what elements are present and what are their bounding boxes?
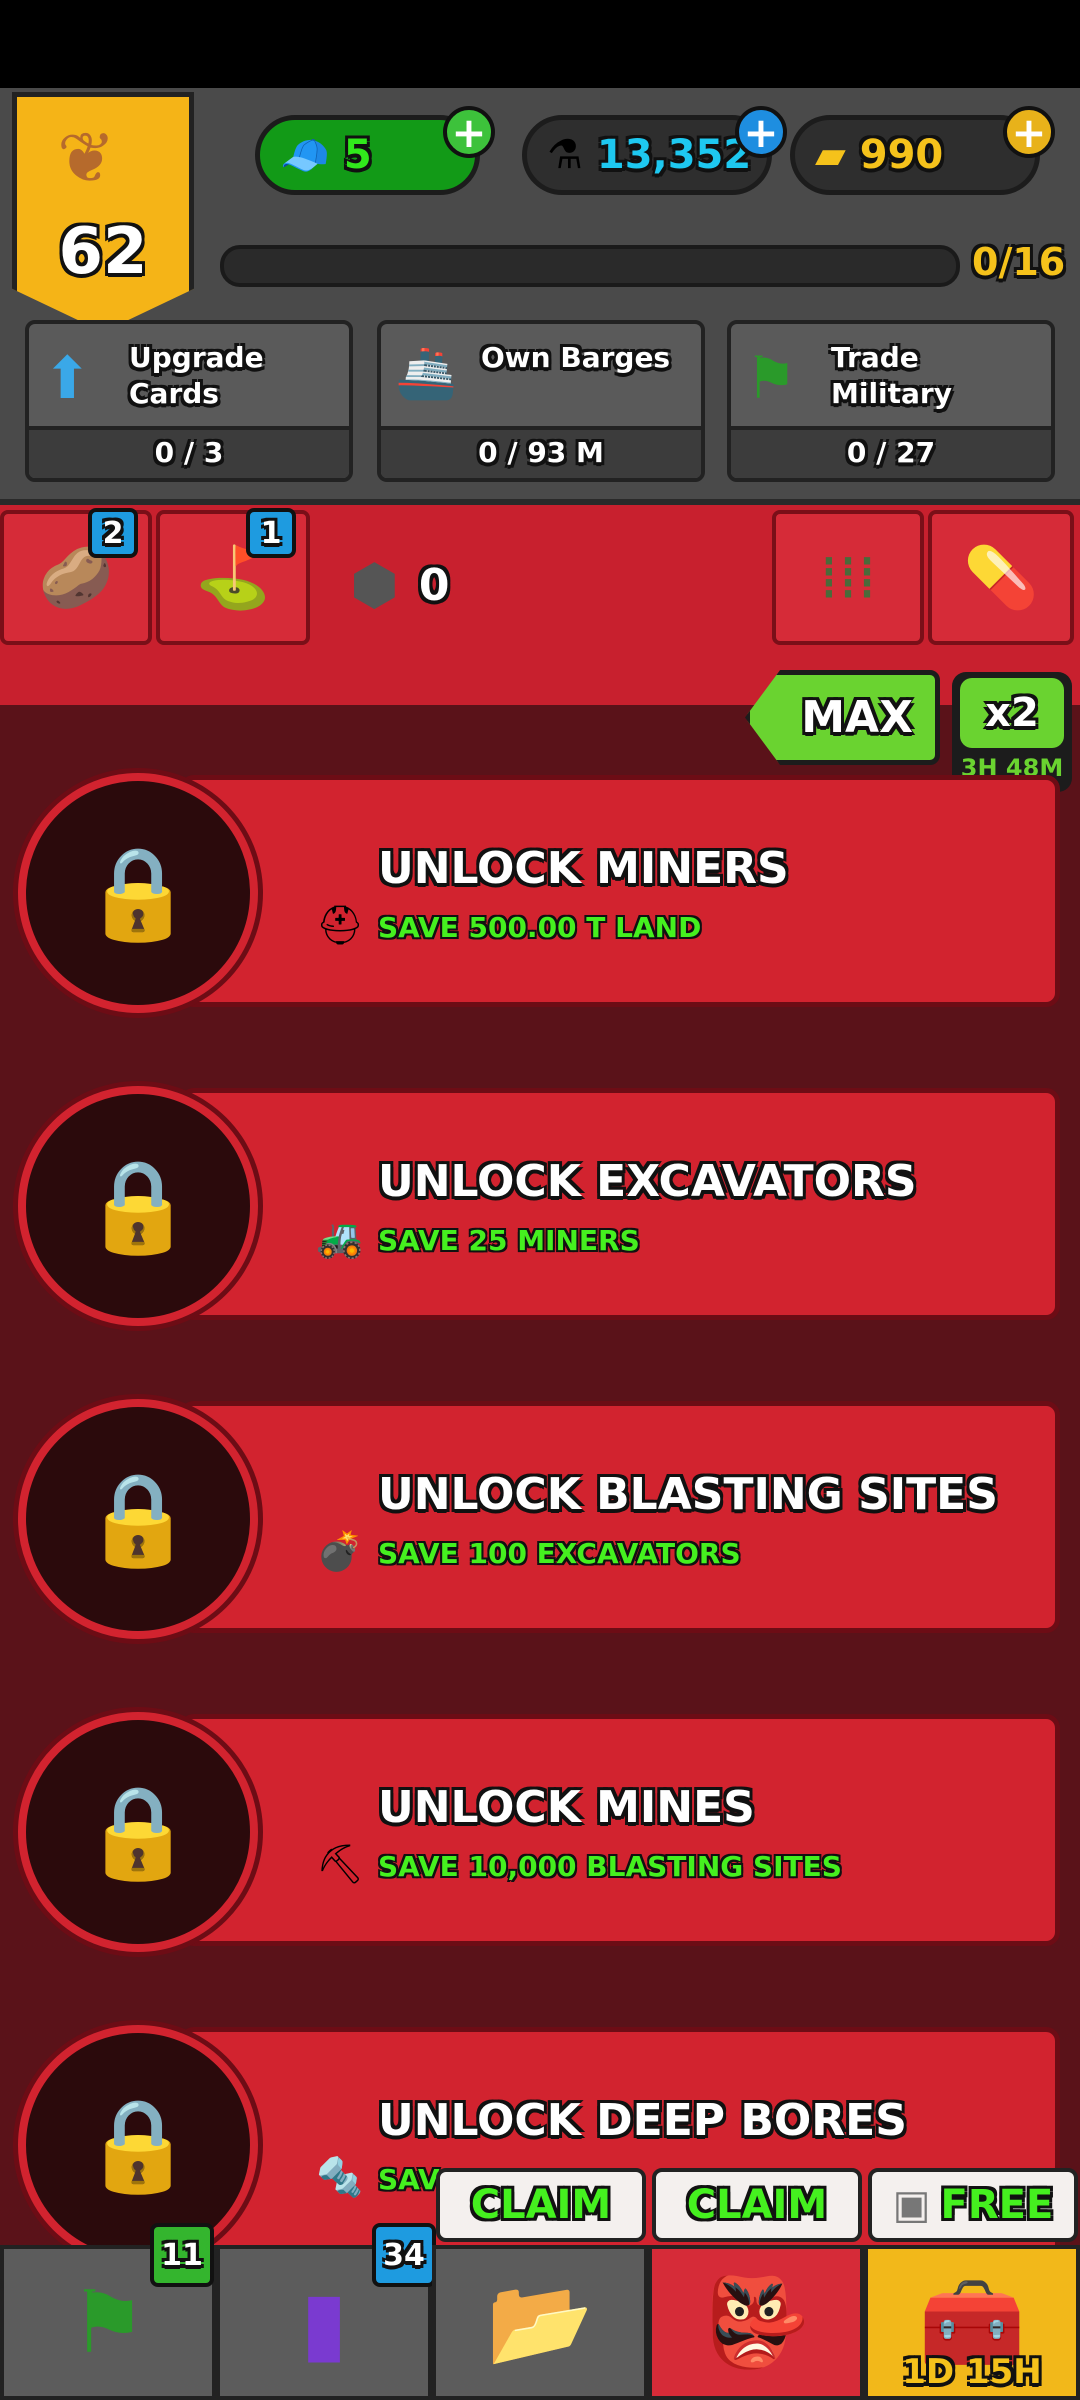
excavator-icon: 🚜 [316, 1216, 364, 1260]
boost-x2-button[interactable]: x2 3H 48M [952, 672, 1072, 792]
add-soldiers-button[interactable]: + [443, 106, 495, 158]
flask-icon: ⚗ [547, 132, 583, 178]
currency-gold[interactable]: ▰ 990 + [790, 106, 1055, 195]
chest-free-bubble[interactable]: ▣ FREE [868, 2168, 1078, 2242]
add-research-button[interactable]: + [735, 106, 787, 158]
currency-soldiers[interactable]: 🧢 5 + [255, 106, 495, 195]
nav-cards[interactable]: ▮ 34 [216, 2223, 436, 2400]
lock-icon: 🔒 [81, 1779, 195, 1885]
max-button[interactable]: MAX [745, 670, 940, 765]
folder-icon: 📂 [486, 2273, 594, 2373]
goal-upgrade-cards[interactable]: ⬆ Upgrade Cards 0 / 3 [25, 320, 353, 482]
level-banner[interactable]: ❦ 62 [12, 92, 194, 332]
nav-military[interactable]: ⚑ 11 [0, 2223, 216, 2400]
ammo-icon: ⁞⁞⁞ [819, 542, 877, 613]
boss-claim-bubble[interactable]: CLAIM [652, 2168, 862, 2242]
goal-own-barges[interactable]: 🚢 Own Barges 0 / 93 M [377, 320, 705, 482]
lock-icon: 🔒 [81, 1153, 195, 1259]
villain-mask-icon: 👺 [702, 2273, 810, 2373]
cards-icon: ▮ [300, 2272, 348, 2373]
goal-trade-military[interactable]: ⚑ Trade Military 0 / 27 [727, 320, 1055, 482]
level-value: 62 [58, 215, 148, 289]
lock-icon: 🔒 [81, 840, 195, 946]
add-gold-button[interactable]: + [1003, 106, 1055, 158]
pill-icon: 💊 [963, 543, 1039, 613]
lock-icon: 🔒 [81, 1466, 195, 1572]
nav-chest[interactable]: 🧰 1D 15H [864, 2245, 1080, 2400]
ore-icon: ⬢ [350, 552, 399, 618]
wings-icon: ❦ [57, 117, 116, 199]
flag-icon: ⚑ [69, 2272, 147, 2373]
drill-icon: 🔩 [316, 2155, 364, 2199]
status-bar [0, 0, 1080, 88]
army-cap-icon: 🧢 [280, 132, 330, 179]
unlock-lock-circle: 🔒 [18, 773, 258, 1013]
tab-land[interactable]: ⛳ 1 [156, 508, 310, 645]
nav-boss[interactable]: 👺 [648, 2245, 864, 2400]
barge-icon: 🚢 [395, 344, 458, 402]
gold-bar-icon: ▰ [815, 132, 846, 178]
up-arrow-icon: ⬆ [43, 344, 92, 412]
lock-icon: 🔒 [81, 2092, 195, 2198]
tab-potato[interactable]: 🥔 2 [0, 508, 152, 645]
missions-claim-bubble[interactable]: CLAIM [436, 2168, 646, 2242]
pickaxe-icon: ⛏ [316, 1842, 365, 1886]
tab-pill[interactable]: 💊 [928, 510, 1074, 645]
unlock-lock-circle: 🔒 [18, 1086, 258, 1326]
bomb-icon: 💣 [316, 1529, 364, 1573]
currency-research[interactable]: ⚗ 13,352 + [522, 106, 787, 195]
military-flag-icon: ⚑ [745, 344, 797, 412]
unlock-lock-circle: 🔒 [18, 1712, 258, 1952]
tab-ore[interactable]: ⬢ 0 [314, 510, 764, 660]
progress-label: 0/16 [972, 240, 1066, 284]
ticket-icon: ▣ [892, 2182, 931, 2228]
unlock-lock-circle: 🔒 [18, 2025, 258, 2265]
miner-helmet-icon: ⛑ [316, 903, 365, 947]
level-progress-bar [220, 245, 960, 287]
unlock-lock-circle: 🔒 [18, 1399, 258, 1639]
tab-ammo[interactable]: ⁞⁞⁞ [772, 510, 924, 645]
nav-missions[interactable]: 📂 [432, 2245, 648, 2400]
